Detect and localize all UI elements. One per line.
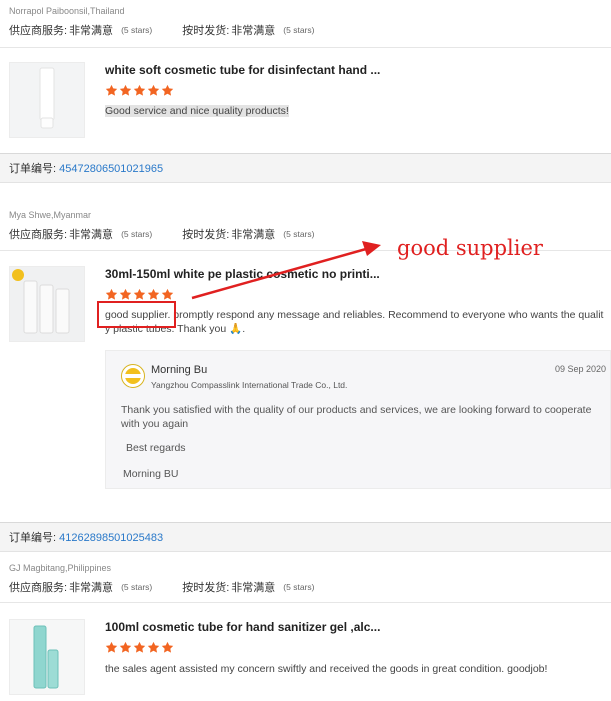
shipping-stars: (5 stars) [283, 582, 315, 592]
order-header: 订单编号: 41262898501025483 [0, 522, 611, 552]
star-icon [147, 641, 160, 653]
comment-rest: promptly respond any message and reliabl… [170, 309, 604, 321]
divider [0, 47, 611, 48]
reply-regards: Best regards [126, 442, 186, 454]
reply-company: Yangzhou Compasslink International Trade… [151, 380, 348, 390]
company-logo [121, 364, 145, 388]
supplier-reply: Morning Bu Yangzhou Compasslink Internat… [105, 350, 611, 489]
shipping-label: 按时发货: [182, 229, 230, 241]
ratings-row: 供应商服务: 非常满意 (5 stars) 按时发货: 非常满意 (5 star… [9, 226, 314, 242]
star-rating [105, 641, 174, 654]
shipping-label: 按时发货: [182, 25, 230, 37]
comment-line2: y plastic tubes. Thank you 🙏. [105, 323, 246, 335]
shipping-rating: 非常满意 [231, 229, 276, 241]
supplier-service-label: 供应商服务: [9, 25, 68, 37]
shipping-stars: (5 stars) [283, 229, 315, 239]
order-header: 订单编号: 45472806501021965 [0, 153, 611, 183]
star-icon [133, 84, 146, 96]
star-icon [161, 84, 174, 96]
shipping-label: 按时发货: [182, 582, 230, 594]
star-icon [133, 288, 146, 300]
divider [0, 602, 611, 603]
annotation-label: good supplier [397, 236, 543, 260]
order-number-link[interactable]: 41262898501025483 [59, 532, 163, 544]
order-label: 订单编号: [9, 163, 57, 175]
star-rating [105, 84, 174, 97]
star-icon [147, 288, 160, 300]
star-icon [161, 641, 174, 653]
ratings-row: 供应商服务: 非常满意 (5 stars) 按时发货: 非常满意 (5 star… [9, 579, 314, 595]
order-number-link[interactable]: 45472806501021965 [59, 163, 163, 175]
product-thumbnail[interactable] [9, 266, 85, 342]
compass-logo-icon [121, 364, 145, 388]
reply-text: Thank you satisfied with the quality of … [121, 404, 592, 430]
star-icon [105, 84, 118, 96]
supplier-service-stars: (5 stars) [121, 582, 153, 592]
product-title-link[interactable]: 30ml-150ml white pe plastic cosmetic no … [105, 267, 380, 281]
star-icon [105, 641, 118, 653]
supplier-service-label: 供应商服务: [9, 229, 68, 241]
star-icon [147, 84, 160, 96]
review-comment: the sales agent assisted my concern swif… [105, 663, 548, 675]
highlight-box [97, 301, 176, 328]
supplier-service-rating: 非常满意 [69, 229, 114, 241]
star-rating [105, 288, 174, 301]
review-comment: good supplier. promptly respond any mess… [105, 308, 605, 336]
star-icon [133, 641, 146, 653]
star-icon [161, 288, 174, 300]
star-icon [105, 288, 118, 300]
teal-tubes-image-icon [10, 620, 84, 694]
star-icon [119, 84, 132, 96]
ratings-row: 供应商服务: 非常满意 (5 stars) 按时发货: 非常满意 (5 star… [9, 22, 314, 38]
tubes-image-icon [10, 267, 84, 341]
reviewer-name: Mya Shwe,Myanmar [9, 210, 92, 220]
shipping-rating: 非常满意 [231, 25, 276, 37]
review-comment: Good service and nice quality products! [105, 104, 289, 118]
product-title-link[interactable]: white soft cosmetic tube for disinfectan… [105, 63, 380, 77]
star-icon [119, 288, 132, 300]
supplier-service-rating: 非常满意 [69, 25, 114, 37]
product-thumbnail[interactable] [9, 619, 85, 695]
reply-signoff: Morning BU [123, 468, 179, 480]
shipping-rating: 非常满意 [231, 582, 276, 594]
order-label: 订单编号: [9, 532, 57, 544]
review-comment-text: Good service and nice quality products! [105, 105, 289, 117]
tube-image-icon [10, 63, 84, 137]
product-thumbnail[interactable] [9, 62, 85, 138]
supplier-service-stars: (5 stars) [121, 25, 153, 35]
star-icon [119, 641, 132, 653]
shipping-stars: (5 stars) [283, 25, 315, 35]
product-title-link[interactable]: 100ml cosmetic tube for hand sanitizer g… [105, 620, 380, 634]
reply-date: 09 Sep 2020 [554, 364, 606, 374]
supplier-service-label: 供应商服务: [9, 582, 68, 594]
supplier-service-rating: 非常满意 [69, 582, 114, 594]
reviewer-name: Norrapol Paiboonsil,Thailand [9, 6, 125, 16]
supplier-service-stars: (5 stars) [121, 229, 153, 239]
reply-author: Morning Bu [151, 364, 208, 376]
reviewer-name: GJ Magbitang,Philippines [9, 563, 112, 573]
